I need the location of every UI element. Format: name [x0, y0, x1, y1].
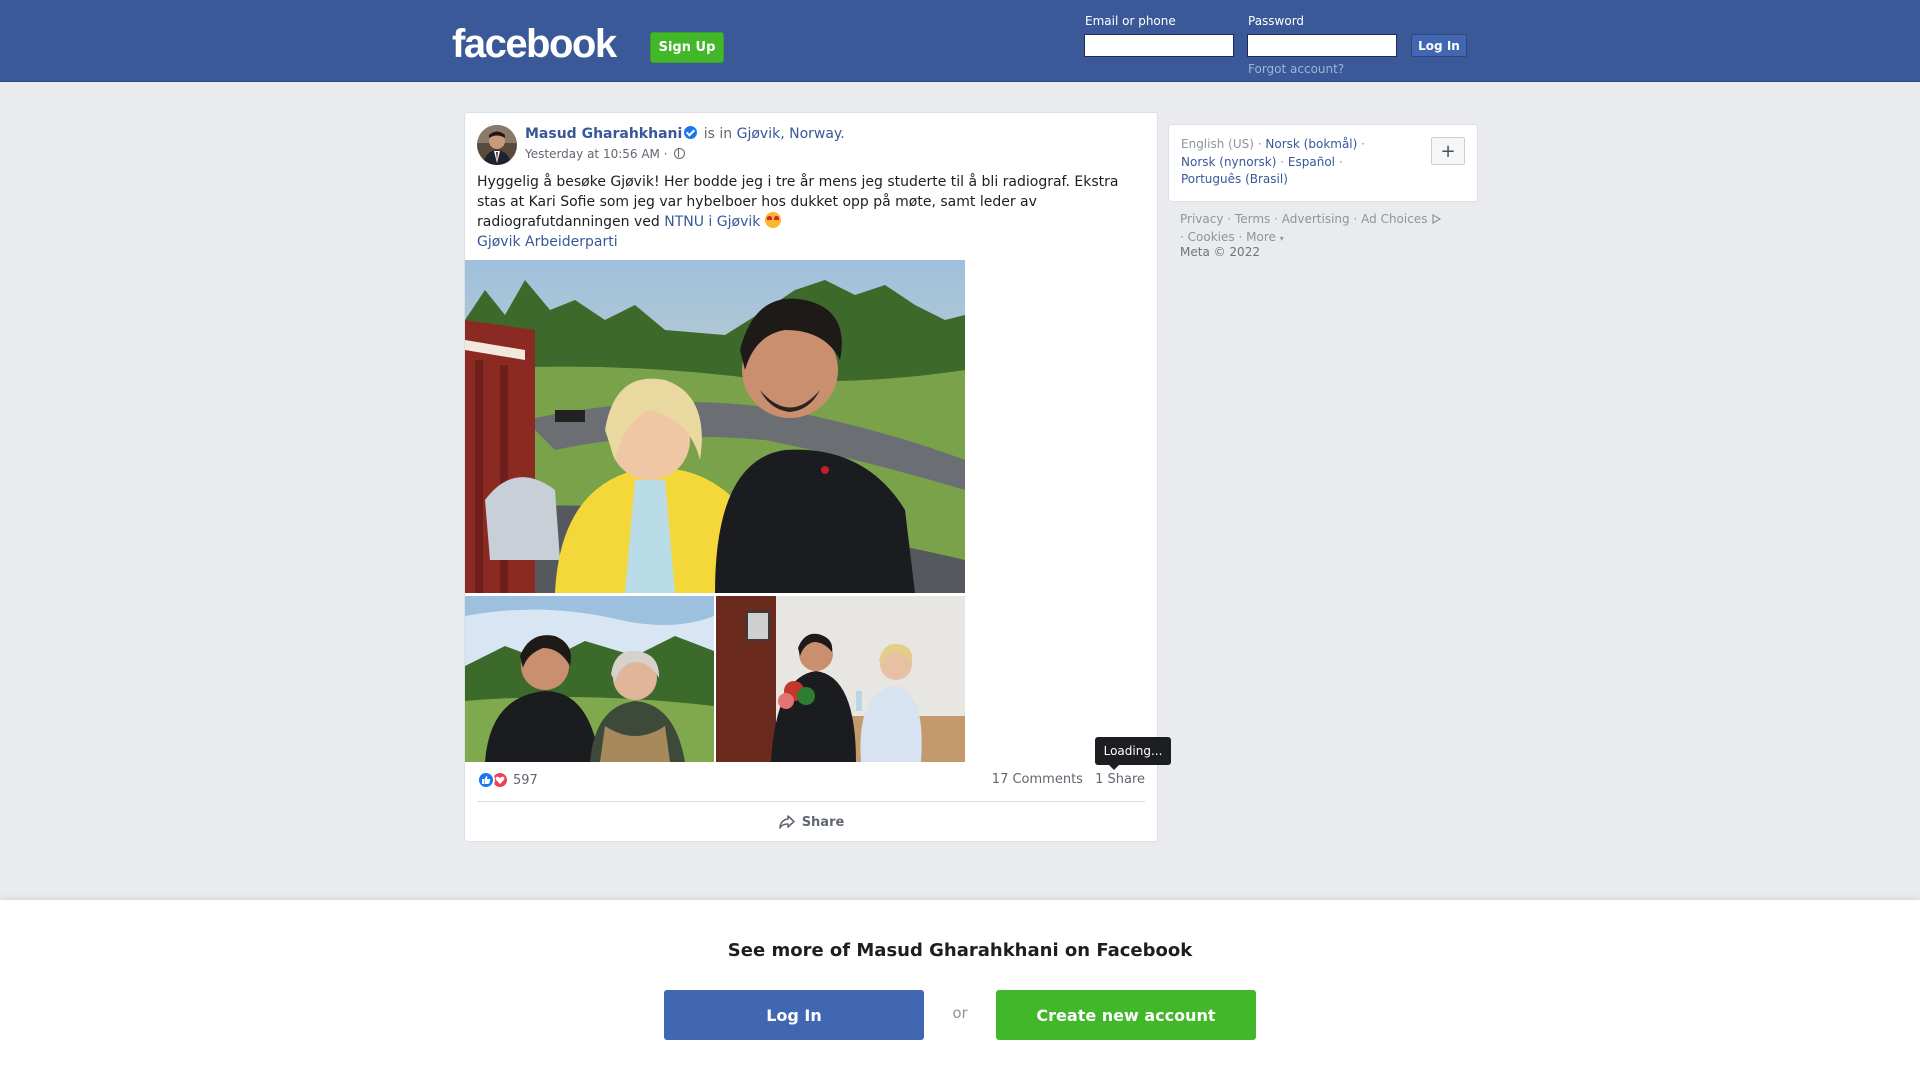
post-card: Masud Gharahkhani is in Gjøvik, Norway. …: [464, 112, 1171, 842]
separator: ·: [1238, 230, 1243, 244]
post-photo-2[interactable]: [465, 596, 714, 762]
language-selector: English (US) · Norsk (bokmål) · Norsk (n…: [1168, 124, 1478, 202]
password-field[interactable]: [1247, 34, 1397, 57]
cookies-link[interactable]: Cookies: [1188, 230, 1235, 244]
is-in-text: is in: [703, 126, 733, 142]
avatar[interactable]: [477, 125, 517, 165]
forgot-account-link[interactable]: Forgot account?: [1248, 62, 1344, 76]
email-label: Email or phone: [1085, 14, 1176, 28]
ad-choices-link[interactable]: Ad Choices: [1361, 212, 1427, 226]
gjovik-arbeiderparti-link[interactable]: Gjøvik Arbeiderparti: [477, 234, 618, 250]
facebook-logo[interactable]: facebook: [452, 22, 617, 67]
copyright: Meta © 2022: [1180, 245, 1260, 259]
footer-links: Privacy · Terms · Advertising · Ad Choic…: [1180, 210, 1480, 248]
banner-title: See more of Masud Gharahkhani on Faceboo…: [727, 940, 1193, 961]
separator: ·: [663, 147, 668, 161]
post-body-text: Hyggelig å besøke Gjøvik! Her bodde jeg …: [477, 174, 1119, 230]
separator: ·: [1257, 137, 1262, 151]
loading-tooltip: Loading...: [1095, 737, 1171, 770]
separator: ·: [1353, 212, 1358, 226]
language-espanol[interactable]: Español: [1288, 155, 1335, 169]
ad-choices-icon: [1432, 213, 1442, 225]
shares-link[interactable]: 1 Share: [1095, 772, 1145, 787]
engagement-counts: 17 Comments 1 Share: [984, 772, 1145, 787]
divider: [477, 801, 1145, 802]
location-link[interactable]: Gjøvik, Norway.: [737, 126, 845, 142]
post-header: Masud Gharahkhani is in Gjøvik, Norway.: [525, 126, 845, 142]
advertising-link[interactable]: Advertising: [1282, 212, 1350, 226]
terms-link[interactable]: Terms: [1235, 212, 1270, 226]
like-reaction-icon: [477, 771, 495, 789]
top-navbar: facebook Sign Up Email or phone Password…: [0, 0, 1920, 82]
login-button[interactable]: Log In: [1411, 34, 1467, 57]
comments-link[interactable]: 17 Comments: [992, 772, 1083, 787]
post-photo-main[interactable]: [465, 260, 965, 593]
banner-login-button[interactable]: Log In: [664, 990, 924, 1040]
separator: ·: [1361, 137, 1365, 151]
reactions-summary[interactable]: 597: [477, 771, 538, 789]
create-account-button[interactable]: Create new account: [996, 990, 1256, 1040]
or-text: or: [952, 1004, 968, 1022]
globe-icon: [674, 148, 686, 159]
post-text: Hyggelig å besøke Gjøvik! Her bodde jeg …: [477, 173, 1147, 252]
heart-eyes-emoji-icon: [764, 212, 781, 228]
language-portugues-brasil[interactable]: Português (Brasil): [1181, 172, 1288, 186]
language-norsk-nynorsk[interactable]: Norsk (nynorsk): [1181, 155, 1276, 169]
add-language-button[interactable]: +: [1431, 137, 1465, 165]
language-norsk-bokmal[interactable]: Norsk (bokmål): [1265, 137, 1357, 151]
separator: ·: [1274, 212, 1278, 226]
separator: ·: [1180, 230, 1184, 244]
privacy-link[interactable]: Privacy: [1180, 212, 1223, 226]
more-link[interactable]: More: [1246, 230, 1276, 244]
language-list: English (US) · Norsk (bokmål) · Norsk (n…: [1181, 136, 1431, 189]
email-field[interactable]: [1084, 34, 1234, 57]
timestamp-link[interactable]: Yesterday at 10:56 AM: [525, 147, 660, 161]
signup-button[interactable]: Sign Up: [650, 32, 724, 63]
separator: ·: [1227, 212, 1232, 226]
verified-badge-icon: [684, 126, 698, 139]
current-language: English (US): [1181, 137, 1254, 151]
signup-banner: See more of Masud Gharahkhani on Faceboo…: [0, 900, 1920, 1080]
share-label: Share: [801, 814, 845, 830]
separator: ·: [1338, 154, 1343, 169]
post-photo-3[interactable]: [716, 596, 965, 762]
caret-down-icon: ▾: [1279, 234, 1284, 243]
share-button[interactable]: Share: [465, 807, 1157, 837]
post-timestamp: Yesterday at 10:56 AM ·: [525, 147, 686, 161]
reaction-count: 597: [513, 772, 538, 788]
author-name[interactable]: Masud Gharahkhani: [525, 126, 682, 142]
ntnu-link[interactable]: NTNU i Gjøvik: [664, 214, 760, 230]
share-icon: [778, 815, 795, 829]
separator: ·: [1280, 154, 1285, 169]
password-label: Password: [1248, 14, 1305, 28]
